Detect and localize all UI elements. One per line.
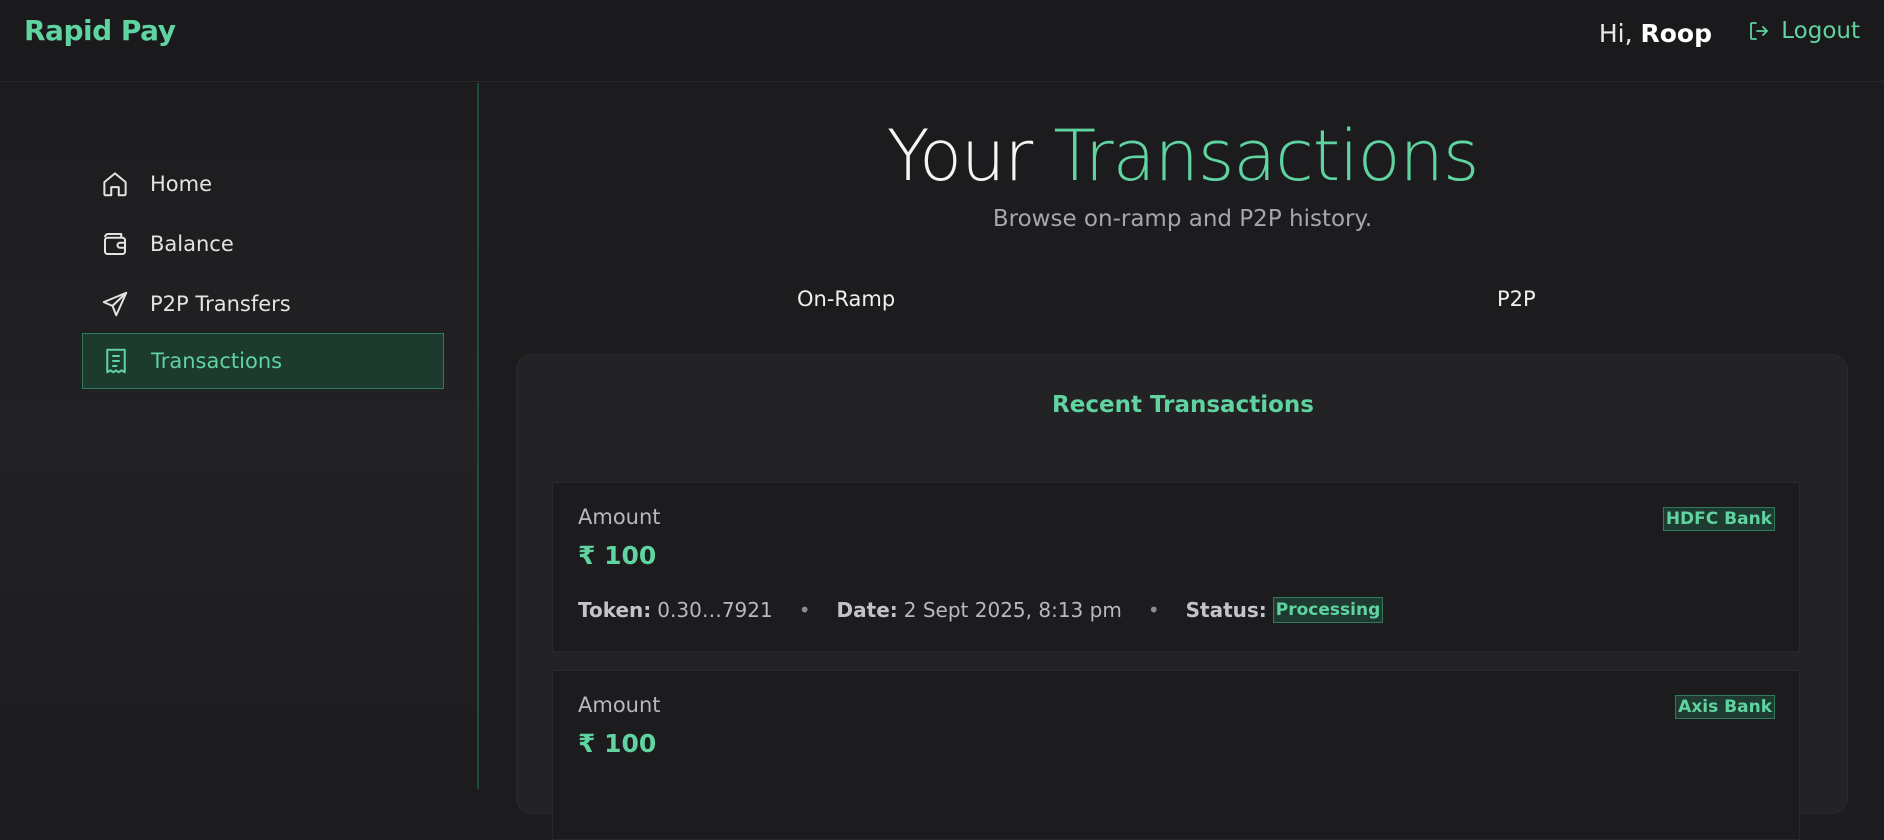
transaction-meta: Token: 0.30…7921 • Date: 2 Sept 2025, 8:… [578, 597, 1384, 623]
user-name: Roop [1640, 19, 1713, 48]
separator-dot: • [1147, 598, 1160, 622]
sidebar: Home Balance P2P Transfers Transactions [0, 83, 479, 789]
token-value: 0.30…7921 [657, 598, 773, 622]
transaction-item: Amount ₹ 100 Axis Bank [552, 670, 1800, 840]
top-bar: Rapid Pay Hi, Roop Logout [0, 0, 1884, 82]
brand-logo[interactable]: Rapid Pay [24, 14, 176, 47]
tab-on-ramp[interactable]: On-Ramp [797, 287, 895, 311]
transaction-item: Amount ₹ 100 HDFC Bank Token: 0.30…7921 … [552, 482, 1800, 652]
sidebar-item-label: Transactions [151, 349, 283, 373]
home-icon [103, 172, 127, 197]
sidebar-item-transactions[interactable]: Transactions [82, 333, 444, 389]
bank-badge: Axis Bank [1675, 695, 1775, 719]
logout-label: Logout [1781, 18, 1860, 44]
wallet-icon [104, 233, 126, 255]
amount-value: ₹ 100 [578, 541, 657, 570]
page-subtitle: Browse on-ramp and P2P history. [992, 206, 1373, 232]
sidebar-item-label: P2P Transfers [150, 292, 291, 316]
main-content: Your Transactions Browse on-ramp and P2P… [481, 83, 1884, 840]
token-label: Token: [578, 598, 652, 622]
separator-dot: • [798, 598, 811, 622]
greeting-prefix: Hi, [1598, 19, 1633, 48]
sidebar-item-label: Home [150, 172, 213, 196]
user-greeting: Hi, Roop [1599, 19, 1712, 48]
tab-p2p[interactable]: P2P [1497, 287, 1536, 311]
page-title: Your Transactions [481, 115, 1884, 197]
sidebar-item-balance[interactable]: Balance [82, 216, 444, 272]
page-title-accent: Transactions [1053, 115, 1479, 197]
status-badge: Processing [1272, 597, 1384, 623]
sidebar-item-home[interactable]: Home [82, 156, 444, 212]
bank-badge: HDFC Bank [1662, 507, 1775, 531]
amount-label: Amount [578, 505, 661, 529]
sidebar-item-label: Balance [150, 232, 234, 256]
amount-label: Amount [578, 693, 661, 717]
logout-button[interactable]: Logout [1747, 18, 1860, 44]
date-label: Date: [836, 598, 898, 622]
date-value: 2 Sept 2025, 8:13 pm [903, 598, 1122, 622]
card-title: Recent Transactions [1052, 392, 1314, 418]
logout-icon [1750, 22, 1769, 40]
sidebar-item-p2p-transfers[interactable]: P2P Transfers [82, 276, 444, 332]
send-icon [102, 291, 128, 317]
status-label: Status: [1185, 598, 1267, 622]
receipt-icon [106, 348, 126, 374]
recent-transactions-card: Recent Transactions Amount ₹ 100 HDFC Ba… [516, 354, 1848, 840]
amount-value: ₹ 100 [578, 729, 657, 758]
page-title-plain: Your [886, 115, 1033, 197]
